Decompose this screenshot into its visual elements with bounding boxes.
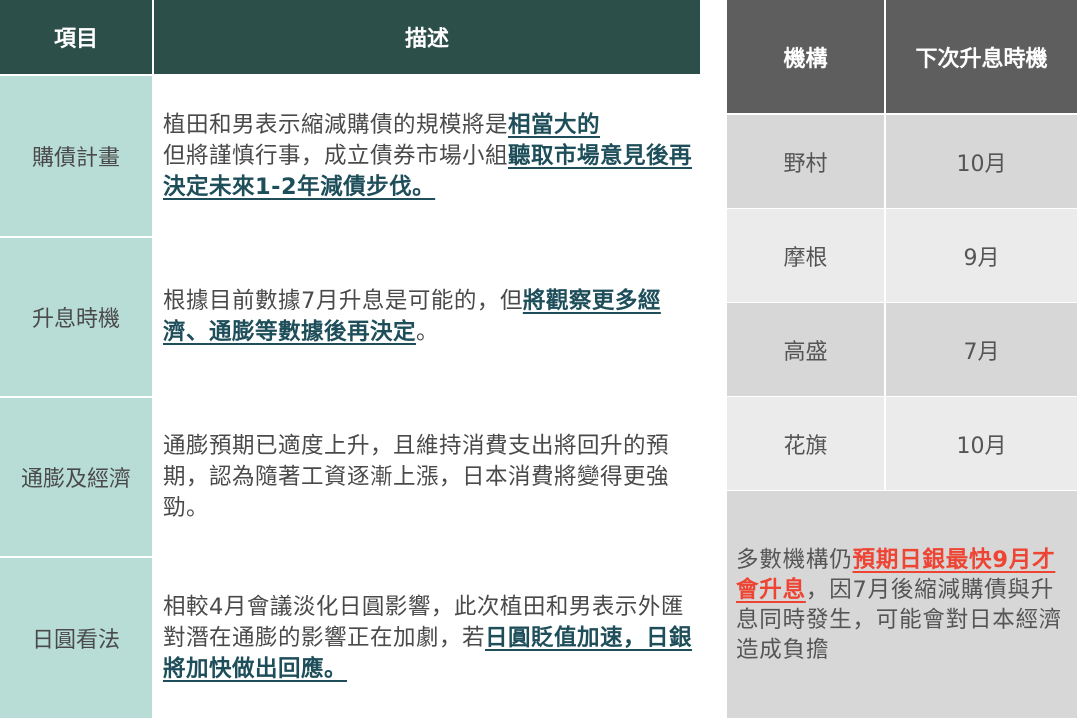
org-cell: 高盛	[727, 303, 884, 396]
forecast-note: 多數機構仍預期日銀最快9月才會升息，因7月後縮減購債與升息同時發生，可能會對日本…	[727, 491, 1077, 718]
row-category: 升息時機	[0, 238, 152, 396]
org-cell: 野村	[727, 115, 884, 208]
table-row: 通膨及經濟 通膨預期已適度上升，且維持消費支出將回升的預期，認為隨著工資逐漸上漲…	[0, 398, 700, 556]
rate-hike-forecast-table: 機構 下次升息時機 野村 10月 摩根 9月 高盛 7月 花旗 10月 多數機構…	[727, 0, 1077, 718]
header-next-hike: 下次升息時機	[886, 0, 1077, 113]
row-description: 相較4月會議淡化日圓影響，此次植田和男表示外匯對潛在通膨的影響正在加劇，若日圓貶…	[163, 593, 693, 682]
row-description: 通膨預期已適度上升，且維持消費支出將回升的預期，認為隨著工資逐漸上漲，日本消費將…	[163, 432, 670, 521]
header-org: 機構	[727, 0, 884, 113]
header-item: 項目	[0, 0, 152, 74]
row-description: 植田和男表示縮減購債的規模將是相當大的 但將謹慎行事，成立債券市場小組聽取市場意見…	[163, 111, 693, 200]
month-cell: 9月	[886, 209, 1077, 302]
row-category: 購債計畫	[0, 76, 152, 236]
table-row: 購債計畫 植田和男表示縮減購債的規模將是相當大的 但將謹慎行事，成立債券市場小組聽…	[0, 76, 700, 236]
row-category: 通膨及經濟	[0, 398, 152, 556]
table-row: 升息時機 根據目前數據7月升息是可能的，但將觀察更多經濟、通膨等數據後再決定。	[0, 238, 700, 396]
row-description: 根據目前數據7月升息是可能的，但將觀察更多經濟、通膨等數據後再決定。	[163, 288, 661, 345]
month-cell: 10月	[886, 115, 1077, 208]
table-row: 日圓看法 相較4月會議淡化日圓影響，此次植田和男表示外匯對潛在通膨的影響正在加劇…	[0, 558, 700, 718]
header-description: 描述	[154, 0, 700, 74]
table-row: 花旗 10月	[727, 397, 1077, 490]
row-category: 日圓看法	[0, 558, 152, 718]
org-cell: 花旗	[727, 397, 884, 490]
month-cell: 10月	[886, 397, 1077, 490]
table-row: 摩根 9月	[727, 209, 1077, 302]
month-cell: 7月	[886, 303, 1077, 396]
table-row: 高盛 7月	[727, 303, 1077, 396]
policy-summary-table: 項目 描述 購債計畫 植田和男表示縮減購債的規模將是相當大的 但將謹慎行事，成立債…	[0, 0, 700, 718]
org-cell: 摩根	[727, 209, 884, 302]
table-row: 野村 10月	[727, 115, 1077, 208]
